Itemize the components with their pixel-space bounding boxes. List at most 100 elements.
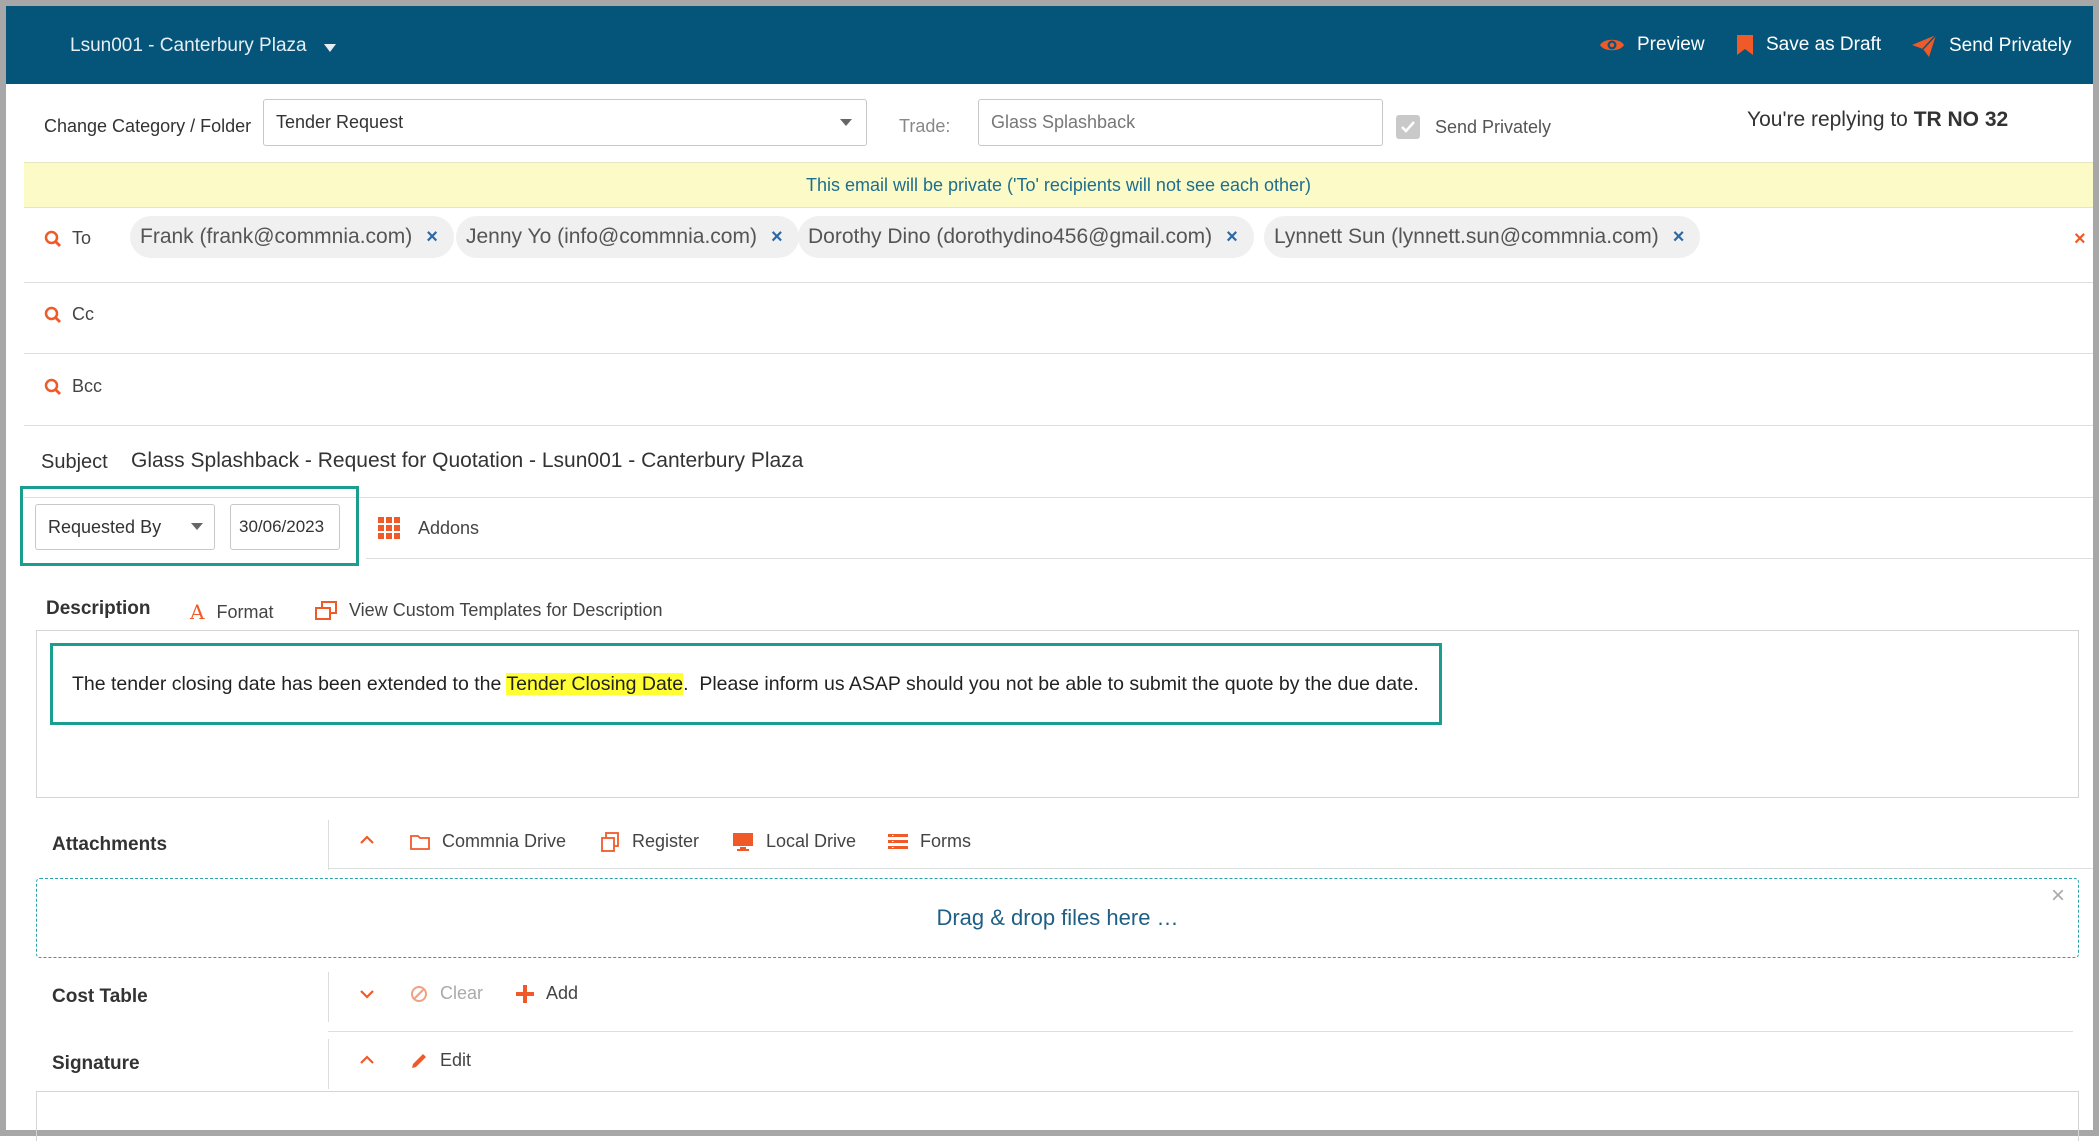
send-privately-checkbox[interactable]	[1396, 115, 1420, 139]
remove-icon[interactable]: ×	[1673, 226, 1685, 249]
requested-by-value: Requested By	[48, 516, 162, 537]
compose-window: Lsun001 - Canterbury Plaza Preview Save …	[0, 0, 2099, 1141]
divider	[366, 558, 2093, 559]
recipient-chip[interactable]: Jenny Yo (info@commnia.com) ×	[456, 216, 799, 258]
divider	[328, 1039, 329, 1089]
preview-button[interactable]: Preview	[1599, 34, 1705, 56]
local-drive-button[interactable]: Local Drive	[732, 831, 856, 852]
plus-icon	[516, 984, 534, 1003]
divider	[328, 1031, 2073, 1032]
subject-input[interactable]: Glass Splashback - Request for Quotation…	[131, 449, 803, 473]
templates-button[interactable]: View Custom Templates for Description	[315, 600, 662, 621]
chevron-up-icon[interactable]	[359, 1055, 375, 1065]
commnia-drive-label: Commnia Drive	[442, 831, 567, 851]
send-icon	[1912, 34, 1937, 57]
format-label: Format	[216, 601, 274, 622]
grid-icon	[378, 517, 400, 539]
replying-to: You're replying to TR NO 32	[1747, 108, 2008, 132]
recipient-chip[interactable]: Dorothy Dino (dorothydino456@gmail.com) …	[798, 216, 1254, 258]
signature-label: Signature	[52, 1053, 140, 1074]
register-icon	[601, 831, 619, 852]
cc-search[interactable]: Cc	[44, 304, 94, 325]
recipient-name: Lynnett Sun (lynnett.sun@commnia.com)	[1274, 225, 1659, 248]
chevron-down-icon[interactable]	[840, 119, 852, 126]
send-privately-button[interactable]: Send Privately	[1911, 34, 2072, 58]
recipient-chip[interactable]: Frank (frank@commnia.com) ×	[130, 216, 454, 258]
add-button[interactable]: Add	[516, 983, 578, 1004]
addons-button[interactable]: Addons	[378, 517, 479, 539]
requested-by-select[interactable]: Requested By	[35, 504, 215, 550]
category-select[interactable]: Tender Request	[263, 99, 867, 146]
to-label: To	[72, 228, 92, 248]
remove-icon[interactable]: ×	[1226, 226, 1238, 249]
recipient-name: Frank (frank@commnia.com)	[140, 225, 413, 248]
chevron-down-icon[interactable]	[324, 44, 336, 52]
edit-signature-button[interactable]: Edit	[410, 1050, 471, 1071]
bcc-search[interactable]: Bcc	[44, 376, 102, 397]
date-value: 30/06/2023	[239, 517, 325, 536]
clear-all-icon[interactable]: ×	[2074, 228, 2086, 251]
save-draft-button[interactable]: Save as Draft	[1736, 34, 1881, 56]
chevron-up-icon[interactable]	[359, 835, 375, 845]
send-privately-checkbox-label: Send Privately	[1435, 117, 1552, 137]
add-label: Add	[546, 983, 579, 1003]
close-icon[interactable]: ×	[2051, 882, 2065, 910]
trade-label: Trade:	[899, 116, 951, 136]
trade-field[interactable]: Glass Splashback	[978, 99, 1383, 146]
bcc-label: Bcc	[72, 376, 103, 396]
forms-label: Forms	[920, 831, 971, 851]
signature-editor[interactable]	[36, 1091, 2079, 1141]
edit-label: Edit	[440, 1050, 472, 1070]
clear-label: Clear	[440, 983, 484, 1003]
preview-label: Preview	[1637, 34, 1705, 55]
remove-icon[interactable]: ×	[771, 226, 783, 249]
category-label: Change Category / Folder	[44, 116, 252, 136]
top-bar: Lsun001 - Canterbury Plaza Preview Save …	[6, 6, 2093, 84]
search-icon	[44, 230, 61, 247]
chevron-down-icon[interactable]	[359, 989, 375, 999]
forms-button[interactable]: Forms	[888, 831, 971, 852]
description-text-start: The tender closing date has been extende…	[72, 673, 507, 695]
search-icon	[44, 306, 61, 323]
ban-icon	[411, 985, 427, 1002]
register-button[interactable]: Register	[600, 831, 699, 852]
category-value: Tender Request	[276, 112, 404, 132]
description-text-end: . Please inform us ASAP should you not b…	[683, 673, 1419, 695]
register-label: Register	[632, 831, 700, 851]
recipient-name: Jenny Yo (info@commnia.com)	[466, 225, 757, 248]
description-text[interactable]: The tender closing date has been extende…	[72, 673, 1419, 696]
replying-prefix: You're replying to	[1747, 108, 1908, 131]
save-draft-label: Save as Draft	[1766, 34, 1882, 55]
templates-label: View Custom Templates for Description	[349, 600, 663, 620]
commnia-drive-button[interactable]: Commnia Drive	[410, 831, 566, 852]
recipient-name: Dorothy Dino (dorothydino456@gmail.com)	[808, 225, 1213, 248]
tender-closing-date-placeholder[interactable]: Tender Closing Date	[506, 673, 684, 695]
chevron-down-icon[interactable]	[191, 523, 203, 530]
divider	[328, 972, 329, 1022]
cost-table-label: Cost Table	[52, 986, 148, 1007]
pencil-icon	[412, 1053, 426, 1068]
to-search[interactable]: To	[44, 228, 91, 249]
cc-label: Cc	[72, 304, 94, 324]
divider	[24, 282, 2093, 283]
clear-button[interactable]: Clear	[410, 983, 483, 1004]
format-button[interactable]: A Format	[190, 600, 273, 624]
send-privately-label: Send Privately	[1949, 35, 2072, 56]
file-dropzone[interactable]: Drag & drop files here …	[36, 878, 2079, 958]
folder-icon	[410, 834, 430, 850]
eye-icon	[1600, 39, 1624, 51]
date-input[interactable]: 30/06/2023	[230, 504, 340, 550]
forms-icon	[888, 833, 908, 849]
trade-value: Glass Splashback	[991, 112, 1136, 132]
project-selector[interactable]: Lsun001 - Canterbury Plaza	[70, 35, 307, 57]
addons-label: Addons	[418, 517, 480, 538]
recipient-chip[interactable]: Lynnett Sun (lynnett.sun@commnia.com) ×	[1264, 216, 1701, 258]
attachments-label: Attachments	[52, 834, 168, 855]
divider	[24, 425, 2093, 426]
format-icon: A	[190, 600, 205, 624]
privacy-banner: This email will be private ('To' recipie…	[24, 162, 2093, 208]
search-icon	[44, 378, 61, 395]
remove-icon[interactable]: ×	[426, 226, 438, 249]
monitor-icon	[733, 832, 753, 851]
divider	[24, 353, 2093, 354]
